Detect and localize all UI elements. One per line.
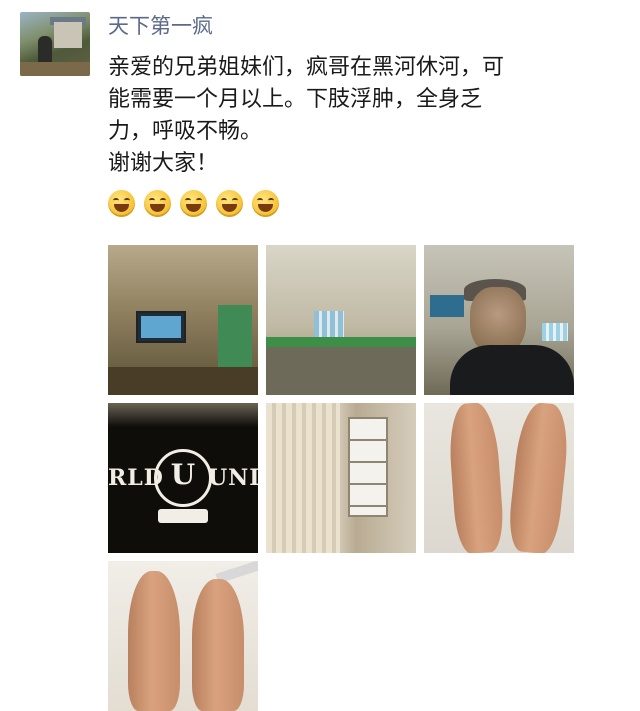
photo-man-selfie[interactable] (424, 245, 574, 395)
hotel-logo-icon: U (154, 449, 212, 507)
post-text-line: 力，呼吸不畅。 (108, 119, 263, 144)
grin-emoji-icon (252, 190, 279, 217)
lights-shape (108, 403, 258, 427)
sign-text-right: UNI (208, 465, 258, 491)
post-text-line: 能需要一个月以上。下肢浮肿，全身乏 (108, 87, 483, 112)
photo-swollen-feet[interactable] (108, 561, 258, 711)
avatar-building (54, 22, 82, 48)
logo-letter: U (170, 458, 196, 491)
wall-shape (266, 347, 416, 395)
curtain-shape (266, 403, 340, 553)
user-avatar[interactable] (20, 12, 90, 76)
body-shape (450, 345, 574, 395)
photo-hotel-sign[interactable]: RLD U UNI (108, 403, 258, 553)
grin-emoji-icon (216, 190, 243, 217)
tv-shape (430, 295, 464, 317)
grin-emoji-icon (144, 190, 171, 217)
grin-emoji-icon (180, 190, 207, 217)
photo-grid: RLD U UNI (108, 245, 578, 711)
leg-shape (446, 403, 506, 553)
grin-emoji-icon (108, 190, 135, 217)
floor-shape (108, 367, 258, 395)
emoji-row (108, 190, 279, 217)
logo-base-shape (158, 509, 208, 523)
counter-shape (266, 337, 416, 347)
avatar-ground (20, 62, 90, 76)
foot-shape (192, 579, 244, 711)
post-username[interactable]: 天下第一疯 (108, 10, 213, 40)
photo-hotel-room-tv[interactable] (108, 245, 258, 395)
photo-curtain-window[interactable] (266, 403, 416, 553)
foot-shape (128, 571, 180, 711)
photo-room-counter[interactable] (266, 245, 416, 395)
post-text-line: 亲爱的兄弟姐妹们，疯哥在黑河休河，可 (108, 55, 505, 80)
photo-swollen-legs[interactable] (424, 403, 574, 553)
post-text: 亲爱的兄弟姐妹们，疯哥在黑河休河，可 能需要一个月以上。下肢浮肿，全身乏 力，呼… (108, 52, 618, 180)
post-text-line: 谢谢大家！ (108, 151, 219, 176)
window-shape (348, 417, 388, 517)
bottles-shape (314, 311, 344, 337)
tv-shape (136, 311, 186, 343)
bottles-shape (542, 323, 568, 341)
leg-shape (506, 403, 572, 553)
